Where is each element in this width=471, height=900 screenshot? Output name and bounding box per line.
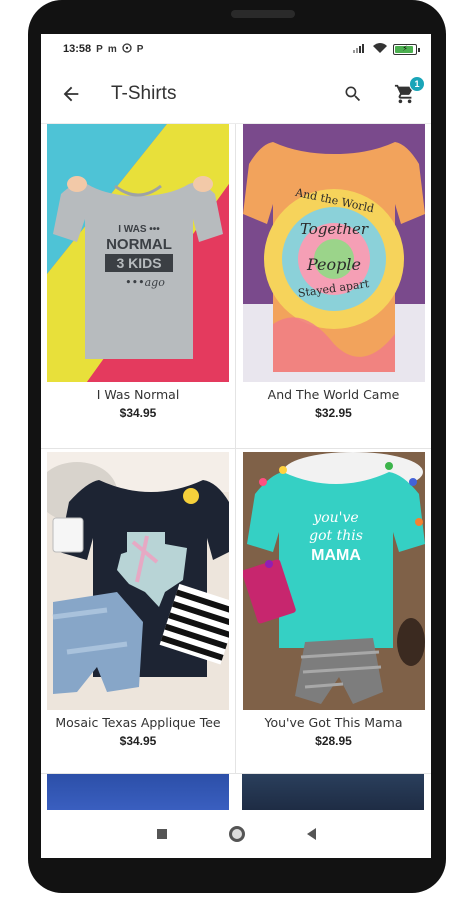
app-screen: 13:58 P m P ⚡ T-Shirts 1 I WAS ••• NORMA… xyxy=(41,34,431,858)
m-icon: m xyxy=(107,43,117,55)
system-nav-bar xyxy=(41,810,431,858)
product-image-tie-dye-tee[interactable]: And the World Together People Stayed apa… xyxy=(242,124,425,382)
product-price: $32.95 xyxy=(315,406,352,420)
search-icon xyxy=(345,86,361,101)
signal-icon xyxy=(353,43,367,56)
product-card[interactable]: I WAS ••• NORMAL 3 KIDS •••ago I Was Nor… xyxy=(41,124,236,449)
product-price: $34.95 xyxy=(119,734,157,748)
back-button[interactable] xyxy=(55,78,87,110)
svg-text:Together: Together xyxy=(299,220,368,238)
product-name: You've Got This Mama xyxy=(264,715,403,730)
wifi-icon xyxy=(373,42,387,56)
product-name: I Was Normal xyxy=(96,387,180,402)
cart-count-badge: 1 xyxy=(409,75,425,92)
product-name: And The World Came xyxy=(267,387,400,402)
status-bar: 13:58 P m P ⚡ xyxy=(41,34,431,64)
product-card[interactable]: you've got this MAMA You've Got This Mam… xyxy=(236,449,431,774)
product-image-navy-texas-tee[interactable] xyxy=(47,452,229,710)
page-title: T-Shirts xyxy=(111,82,177,104)
svg-text:3 KIDS: 3 KIDS xyxy=(116,255,161,271)
product-image-teal-mama-tee[interactable]: you've got this MAMA xyxy=(242,452,425,710)
next-row-partial xyxy=(41,774,431,810)
cart-button[interactable]: 1 xyxy=(389,75,425,110)
product-image-gray-tee[interactable]: I WAS ••• NORMAL 3 KIDS •••ago xyxy=(47,124,229,382)
product-card[interactable]: And the World Together People Stayed apa… xyxy=(236,124,431,449)
product-image-partial[interactable] xyxy=(47,774,229,810)
product-name: Mosaic Texas Applique Tee xyxy=(55,715,221,730)
svg-text:you've: you've xyxy=(312,510,358,526)
status-time: 13:58 xyxy=(63,43,92,55)
p-icon: P xyxy=(136,43,144,55)
product-price: $34.95 xyxy=(119,406,157,420)
product-grid: I WAS ••• NORMAL 3 KIDS •••ago I Was Nor… xyxy=(41,124,431,810)
svg-text:I WAS •••: I WAS ••• xyxy=(118,224,160,235)
home-circle-icon[interactable] xyxy=(228,826,245,842)
product-card[interactable]: Mosaic Texas Applique Tee $34.95 xyxy=(41,449,236,774)
product-image-partial[interactable] xyxy=(242,774,424,810)
svg-text:MAMA: MAMA xyxy=(311,547,361,564)
svg-text:NORMAL: NORMAL xyxy=(106,236,172,253)
svg-text:•••ago: •••ago xyxy=(125,276,165,289)
battery-charging-icon: ⚡ xyxy=(393,43,420,55)
search-button[interactable] xyxy=(337,78,369,110)
back-triangle-icon[interactable] xyxy=(306,828,316,840)
whatsapp-icon xyxy=(122,42,132,56)
speaker-grille xyxy=(231,10,295,18)
product-price: $28.95 xyxy=(315,734,352,748)
svg-text:People: People xyxy=(306,255,361,274)
recents-square-icon[interactable] xyxy=(156,829,167,839)
p-icon: P xyxy=(96,43,103,55)
svg-text:got this: got this xyxy=(309,528,363,544)
app-bar: T-Shirts 1 xyxy=(41,64,431,124)
arrow-back-icon xyxy=(63,86,79,101)
